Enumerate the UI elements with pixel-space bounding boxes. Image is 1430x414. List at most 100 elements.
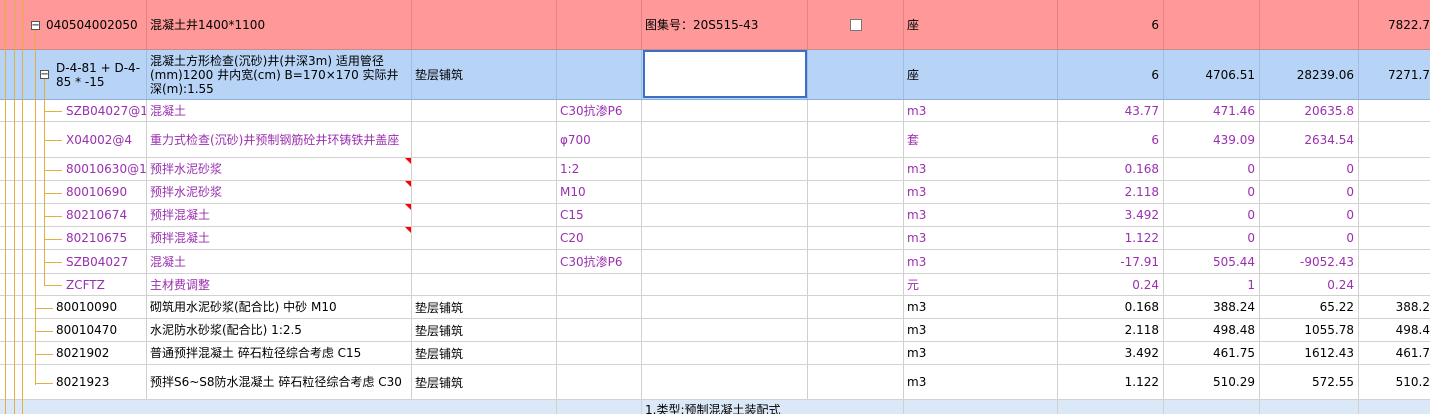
drawing-cell[interactable]	[642, 181, 808, 203]
row-checkbox[interactable]	[849, 18, 862, 31]
qty-cell[interactable]: 6	[1058, 122, 1164, 157]
spec2-cell[interactable]	[557, 274, 642, 295]
spec-cell[interactable]	[412, 0, 557, 49]
spec2-cell[interactable]	[557, 365, 642, 399]
qty-cell[interactable]: 1.122	[1058, 227, 1164, 249]
qty-cell[interactable]: 2.118	[1058, 319, 1164, 341]
price-cell[interactable]: 498.48	[1164, 319, 1260, 341]
price-cell[interactable]: 439.09	[1164, 122, 1260, 157]
total-cell[interactable]	[1359, 158, 1430, 180]
spec-cell[interactable]	[412, 400, 557, 414]
price-cell[interactable]	[1164, 400, 1260, 414]
amount-cell[interactable]: 0	[1260, 158, 1359, 180]
amount-cell[interactable]: 1055.78	[1260, 319, 1359, 341]
amount-cell[interactable]: 0	[1260, 227, 1359, 249]
price-cell[interactable]: 388.24	[1164, 296, 1260, 318]
name-cell[interactable]: 混凝土	[147, 100, 412, 121]
amount-cell[interactable]: 572.55	[1260, 365, 1359, 399]
checkbox-cell[interactable]	[808, 0, 904, 49]
amount-cell[interactable]: 0	[1260, 181, 1359, 203]
spec-cell[interactable]	[412, 274, 557, 295]
spec2-cell[interactable]	[557, 0, 642, 49]
amount-cell[interactable]	[1260, 400, 1359, 414]
checkbox-cell[interactable]	[808, 250, 904, 273]
price-cell[interactable]: 4706.51	[1164, 50, 1260, 99]
resource-row[interactable]: 80010470 水泥防水砂浆(配合比) 1:2.5 垫层铺筑 m3 2.118 498.…	[0, 319, 1430, 342]
checkbox-cell[interactable]	[808, 50, 904, 99]
material-row[interactable]: 80010630@1 预拌水泥砂浆 1:2 m3 0.168 0 0	[0, 158, 1430, 181]
total-cell[interactable]	[1359, 274, 1430, 295]
checkbox-cell[interactable]	[808, 296, 904, 318]
name-cell[interactable]: 预拌混凝土	[147, 204, 412, 226]
spec-cell[interactable]	[412, 181, 557, 203]
material-row[interactable]: ZCFTZ 主材费调整 元 0.24 1 0.24	[0, 274, 1430, 296]
total-cell[interactable]	[1359, 122, 1430, 157]
drawing-cell[interactable]	[642, 250, 808, 273]
quota-item-row[interactable]: D-4-81 + D-4-85 * -15 混凝土方形检查(沉砂)井(井深3m)…	[0, 50, 1430, 100]
material-row[interactable]: X04002@4 重力式检查(沉砂)井预制钢筋砼井环铸铁井盖座 φ700 套 6 439.…	[0, 122, 1430, 158]
resource-row[interactable]: 8021902 普通预拌混凝土 碎石粒径综合考虑 C15 垫层铺筑 m3 3.492 46…	[0, 342, 1430, 365]
qty-cell[interactable]: 3.492	[1058, 342, 1164, 364]
material-row[interactable]: 80010690 预拌水泥砂浆 M10 m3 2.118 0 0	[0, 181, 1430, 204]
amount-cell[interactable]: 28239.06	[1260, 50, 1359, 99]
total-cell[interactable]	[1359, 250, 1430, 273]
price-cell[interactable]: 461.75	[1164, 342, 1260, 364]
unit-cell[interactable]: m3	[904, 227, 1058, 249]
checkbox-cell[interactable]	[808, 319, 904, 341]
amount-cell[interactable]: 0.24	[1260, 274, 1359, 295]
name-cell[interactable]: 砌筑用水泥砂浆(配合比) 中砂 M10	[147, 296, 412, 318]
spec2-cell[interactable]: C30抗渗P6	[557, 250, 642, 273]
spec-cell[interactable]: 垫层铺筑	[412, 50, 557, 99]
material-row[interactable]: 80210674 预拌混凝土 C15 m3 3.492 0 0	[0, 204, 1430, 227]
spec2-cell[interactable]: C15	[557, 204, 642, 226]
amount-cell[interactable]: 2634.54	[1260, 122, 1359, 157]
checkbox-cell[interactable]	[808, 365, 904, 399]
material-row[interactable]: SZB04027 混凝土 C30抗渗P6 m3 -17.91 505.44 -9052.43	[0, 250, 1430, 274]
checkbox-cell[interactable]	[808, 158, 904, 180]
spec2-cell[interactable]: 1:2	[557, 158, 642, 180]
checkbox-cell[interactable]	[808, 181, 904, 203]
spec-cell[interactable]	[412, 158, 557, 180]
price-cell[interactable]: 0	[1164, 158, 1260, 180]
spec-cell[interactable]: 垫层铺筑	[412, 296, 557, 318]
drawing-cell[interactable]	[642, 100, 808, 121]
spec-cell[interactable]	[412, 122, 557, 157]
collapse-icon[interactable]: −	[40, 70, 49, 80]
quantity-grid[interactable]: 040504002050 混凝土井1400*1100 图集号：20S515-43…	[0, 0, 1430, 414]
drawing-cell[interactable]	[642, 227, 808, 249]
total-cell[interactable]: 7271.7	[1359, 50, 1430, 99]
spec2-cell[interactable]	[557, 342, 642, 364]
checkbox-cell[interactable]	[808, 274, 904, 295]
drawing-cell[interactable]	[642, 296, 808, 318]
name-cell[interactable]: 预拌混凝土	[147, 227, 412, 249]
name-cell[interactable]: 预拌水泥砂浆	[147, 158, 412, 180]
price-cell[interactable]: 1	[1164, 274, 1260, 295]
name-cell[interactable]: 重力式检查(沉砂)井预制钢筋砼井环铸铁井盖座	[147, 122, 412, 157]
spec-cell[interactable]	[412, 100, 557, 121]
spec2-cell[interactable]	[557, 400, 642, 414]
feature-description-row[interactable]: 1.类型:预制混凝土装配式	[0, 400, 1430, 414]
name-cell[interactable]: 混凝土	[147, 250, 412, 273]
material-row[interactable]: 80210675 预拌混凝土 C20 m3 1.122 0 0	[0, 227, 1430, 250]
checkbox-cell[interactable]	[808, 100, 904, 121]
drawing-cell[interactable]	[642, 204, 808, 226]
qty-cell[interactable]: 0.24	[1058, 274, 1164, 295]
material-row[interactable]: SZB04027@10 混凝土 C30抗渗P6 m3 43.77 471.46 20635.…	[0, 100, 1430, 122]
spec2-cell[interactable]: M10	[557, 181, 642, 203]
drawing-cell[interactable]: 图集号：20S515-43	[642, 0, 808, 49]
active-edit-cell[interactable]	[643, 50, 807, 98]
spec-cell[interactable]	[412, 250, 557, 273]
unit-cell[interactable]: m3	[904, 342, 1058, 364]
name-cell[interactable]: 混凝土井1400*1100	[147, 0, 412, 49]
qty-cell[interactable]: 3.492	[1058, 204, 1164, 226]
spec2-cell[interactable]	[557, 50, 642, 99]
drawing-cell[interactable]	[642, 319, 808, 341]
qty-cell[interactable]: 2.118	[1058, 181, 1164, 203]
drawing-cell[interactable]	[642, 342, 808, 364]
resource-row[interactable]: 8021923 预拌S6~S8防水混凝土 碎石粒径综合考虑 C30 垫层铺筑 m3 1.…	[0, 365, 1430, 400]
checkbox-cell[interactable]	[808, 227, 904, 249]
checkbox-cell[interactable]	[808, 342, 904, 364]
collapse-icon[interactable]: −	[31, 21, 40, 31]
unit-cell[interactable]	[904, 400, 1058, 414]
spec-cell[interactable]	[412, 204, 557, 226]
